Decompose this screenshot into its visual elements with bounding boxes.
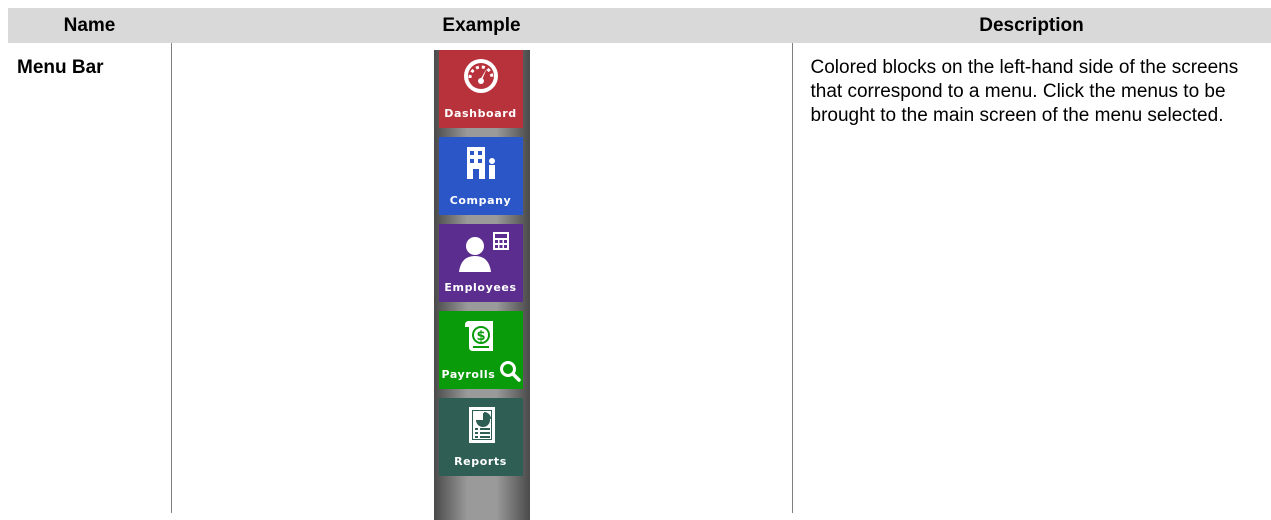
menu-item-dashboard[interactable]: Dashboard [439, 50, 523, 128]
menu-item-company[interactable]: Company [439, 137, 523, 215]
person-calculator-icon [439, 230, 523, 274]
menu-item-label: Company [439, 194, 523, 207]
row-name: Menu Bar [8, 43, 171, 79]
menu-item-label: Dashboard [439, 107, 523, 120]
report-icon [439, 404, 523, 448]
row-description: Colored blocks on the left-hand side of … [793, 43, 1271, 128]
gauge-icon [439, 56, 523, 100]
header-example: Example [171, 8, 792, 43]
description-cell: Colored blocks on the left-hand side of … [792, 43, 1271, 513]
documentation-table: Name Example Description Menu Bar [8, 8, 1271, 513]
header-description: Description [792, 8, 1271, 43]
menu-item-payrolls[interactable]: $ Payrolls [439, 311, 523, 389]
header-row: Name Example Description [8, 8, 1271, 43]
payroll-document-icon: $ [439, 317, 523, 361]
example-cell: Dashboard [171, 43, 792, 513]
building-icon [439, 143, 523, 187]
menu-item-label: Employees [439, 281, 523, 294]
menu-bar: Dashboard [434, 50, 530, 520]
svg-text:$: $ [476, 329, 485, 344]
menu-item-label: Reports [439, 455, 523, 468]
table-row: Menu Bar Das [8, 43, 1271, 513]
menu-item-employees[interactable]: Employees [439, 224, 523, 302]
search-icon [499, 360, 521, 387]
name-cell: Menu Bar [8, 43, 171, 513]
menu-item-reports[interactable]: Reports [439, 398, 523, 476]
header-name: Name [8, 8, 171, 43]
